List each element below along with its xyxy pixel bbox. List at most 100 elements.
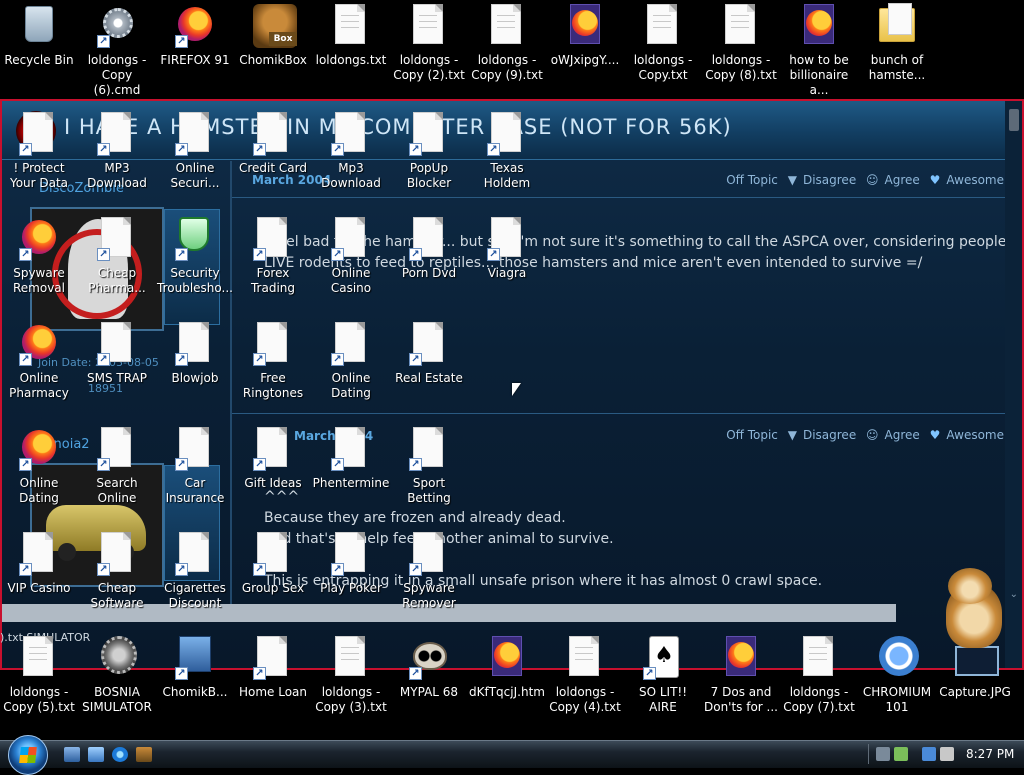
desktop-icon-cheap-pharma[interactable]: ↗ Cheap Pharma... <box>78 217 156 296</box>
desktop-icon-so-lit-aire[interactable]: ♠ ↗ SO LIT!! AIRE <box>624 636 702 715</box>
firefox-html-icon <box>721 636 761 680</box>
desktop-icon-loldongs-copy-9-txt[interactable]: loldongs - Copy (9).txt <box>468 4 546 83</box>
desktop-icon-recycle-bin[interactable]: Recycle Bin <box>0 4 78 68</box>
desktop-icon-label: Home Loan <box>238 685 308 699</box>
agree-link[interactable]: Agree <box>885 173 920 187</box>
desktop-icon-owjxipgy[interactable]: oWJxipgY.... <box>546 4 624 68</box>
tray-network-icon[interactable] <box>894 747 908 761</box>
bosnia-icon <box>97 636 137 680</box>
desktop-icon-forex-trading[interactable]: ↗ Forex Trading <box>234 217 312 296</box>
desktop-icon-label: Cheap Software <box>90 581 144 610</box>
desktop-icon-mp3-download[interactable]: ↗ Mp3 Download <box>312 112 390 191</box>
smiley-icon: ☺ <box>866 428 879 442</box>
shortcut-icon: ↗ <box>175 112 215 156</box>
taskbar: 8:27 PM <box>0 735 1024 775</box>
internet-explorer-icon[interactable] <box>112 747 128 762</box>
desktop-icon-spyware-remover[interactable]: ↗ Spyware Remover <box>390 532 468 611</box>
desktop-icon-phentermine[interactable]: ↗ Phentermine <box>312 427 390 491</box>
desktop-icon-sport-betting[interactable]: ↗ Sport Betting <box>390 427 468 506</box>
disagree-link[interactable]: Disagree <box>803 173 856 187</box>
desktop-icon-real-estate[interactable]: ↗ Real Estate <box>390 322 468 386</box>
desktop-icon-popup-blocker[interactable]: ↗ PopUp Blocker <box>390 112 468 191</box>
folder-icon <box>877 3 917 48</box>
desktop-icon-bosnia-simulator[interactable]: BOSNIA SIMULATOR <box>78 636 156 715</box>
desktop-icon-label: Credit Card <box>239 161 307 175</box>
taskbar-clock[interactable]: 8:27 PM <box>966 747 1014 761</box>
desktop-icon-gift-ideas[interactable]: ↗ Gift Ideas <box>234 427 312 491</box>
desktop-icon-spyware-removal[interactable]: ↗ Spyware Removal <box>0 217 78 296</box>
chomikbox-quicklaunch-icon[interactable] <box>136 747 152 762</box>
awesome-link[interactable]: Awesome <box>946 173 1004 187</box>
desktop-icon-porn-dvd[interactable]: ↗ Porn Dvd <box>390 217 468 281</box>
desktop-icon-mp3-download[interactable]: ↗ MP3 Download <box>78 112 156 191</box>
shortcut-icon: ↗ <box>175 532 215 576</box>
desktop-icon-chomikb[interactable]: ↗ ChomikB... <box>156 636 234 700</box>
off-topic-link[interactable]: Off Topic <box>726 173 778 187</box>
desktop-icon-home-loan[interactable]: ↗ Home Loan <box>234 636 312 700</box>
switch-windows-icon[interactable] <box>88 747 104 762</box>
desktop-icon-label: Security Troublesho... <box>157 266 233 295</box>
off-topic-link[interactable]: Off Topic <box>726 428 778 442</box>
tray-app-icon[interactable] <box>876 747 890 761</box>
shortcut-icon: ↗ <box>97 112 137 156</box>
volume-muted-icon[interactable] <box>940 747 954 761</box>
scroll-down-arrow-icon[interactable]: ⌄ <box>1010 589 1018 600</box>
desktop-icon-label: loldongs - Copy (2).txt <box>393 53 465 82</box>
desktop-icon-credit-card[interactable]: ↗ Credit Card <box>234 112 312 176</box>
agree-link[interactable]: Agree <box>885 428 920 442</box>
scrollbar-thumb[interactable] <box>1009 109 1019 131</box>
desktop-icon-label: loldongs - Copy (5).txt <box>3 685 75 714</box>
desktop-icon-loldongs-copy-txt[interactable]: loldongs - Copy.txt <box>624 4 702 83</box>
desktop-icon-blowjob[interactable]: ↗ Blowjob <box>156 322 234 386</box>
desktop-icon-chomikbox[interactable]: Box ChomikBox <box>234 4 312 68</box>
desktop-icon-loldongs-copy-7-txt[interactable]: loldongs - Copy (7).txt <box>780 636 858 715</box>
shortcut-icon: ↗ <box>409 217 449 261</box>
tray-monitor-icon[interactable] <box>922 747 936 761</box>
desktop-icon-loldongs-copy-8-txt[interactable]: loldongs - Copy (8).txt <box>702 4 780 83</box>
desktop-icon-chromium-101[interactable]: CHROMIUM 101 <box>858 636 936 715</box>
desktop-icon-how-to-be-billionaire-a[interactable]: how to be billionaire a... <box>780 4 858 98</box>
desktop-icon-cigarettes-discount[interactable]: ↗ Cigarettes Discount <box>156 532 234 611</box>
desktop-icon-texas-holdem[interactable]: ↗ Texas Holdem <box>468 112 546 191</box>
desktop-icon-protect-your-data[interactable]: ↗ ! Protect Your Data <box>0 112 78 191</box>
desktop-icon-online-dating[interactable]: ↗ Online Dating <box>0 427 78 506</box>
desktop-icon-sms-trap[interactable]: ↗ SMS TRAP <box>78 322 156 386</box>
desktop-icon-loldongs-copy-6-cmd[interactable]: ↗ loldongs - Copy (6).cmd <box>78 4 156 98</box>
desktop-icon-7-dos-and-don-ts-for[interactable]: 7 Dos and Don'ts for ... <box>702 636 780 715</box>
desktop-icon-loldongs-copy-4-txt[interactable]: loldongs - Copy (4).txt <box>546 636 624 715</box>
desktop-icon-label: MYPAL 68 <box>399 685 459 699</box>
desktop-icon-firefox-91[interactable]: ↗ FIREFOX 91 <box>156 4 234 68</box>
desktop-icon-mypal-68[interactable]: ↗ MYPAL 68 <box>390 636 468 700</box>
chomikbox-icon: Box <box>253 4 297 48</box>
desktop-icon-cheap-software[interactable]: ↗ Cheap Software <box>78 532 156 611</box>
hamster-desktop-pet[interactable] <box>936 564 1008 650</box>
start-button[interactable] <box>8 735 48 775</box>
desktop-icon-online-casino[interactable]: ↗ Online Casino <box>312 217 390 296</box>
desktop-icon-vip-casino[interactable]: ↗ VIP Casino <box>0 532 78 596</box>
disagree-link[interactable]: Disagree <box>803 428 856 442</box>
awesome-link[interactable]: Awesome <box>946 428 1004 442</box>
desktop-icon-label: Spyware Remover <box>402 581 456 610</box>
show-desktop-icon[interactable] <box>64 747 80 762</box>
desktop-icon-online-dating[interactable]: ↗ Online Dating <box>312 322 390 401</box>
desktop-icon-loldongs-copy-5-txt[interactable]: loldongs - Copy (5).txt <box>0 636 78 715</box>
desktop-icon-bunch-of-hamste[interactable]: bunch of hamste... <box>858 3 936 83</box>
desktop-icon-group-sex[interactable]: ↗ Group Sex <box>234 532 312 596</box>
desktop-icon-online-pharmacy[interactable]: ↗ Online Pharmacy <box>0 322 78 401</box>
desktop-icon-free-ringtones[interactable]: ↗ Free Ringtones <box>234 322 312 401</box>
desktop-icon-search-online[interactable]: ↗ Search Online <box>78 427 156 506</box>
firefox-html-icon <box>565 4 605 48</box>
desktop-icon-dkftqcjj-htm[interactable]: dKfTqcjJ.htm <box>468 636 546 700</box>
desktop-icon-play-poker[interactable]: ↗ Play Poker <box>312 532 390 596</box>
shortcut-icon: ↗ <box>331 217 371 261</box>
desktop-icon-loldongs-txt[interactable]: loldongs.txt <box>312 4 390 68</box>
heart-icon: ♥ <box>929 173 941 187</box>
desktop-icon-car-insurance[interactable]: ↗ Car Insurance <box>156 427 234 506</box>
desktop-icon-label: CHROMIUM 101 <box>862 685 932 714</box>
desktop-icon-security-troublesho[interactable]: ↗ Security Troublesho... <box>156 217 234 296</box>
shortcut-icon: ↗ <box>331 532 371 576</box>
desktop-icon-loldongs-copy-3-txt[interactable]: loldongs - Copy (3).txt <box>312 636 390 715</box>
desktop-icon-viagra[interactable]: ↗ Viagra <box>468 217 546 281</box>
desktop-icon-loldongs-copy-2-txt[interactable]: loldongs - Copy (2).txt <box>390 4 468 83</box>
desktop-icon-online-securi[interactable]: ↗ Online Securi... <box>156 112 234 191</box>
